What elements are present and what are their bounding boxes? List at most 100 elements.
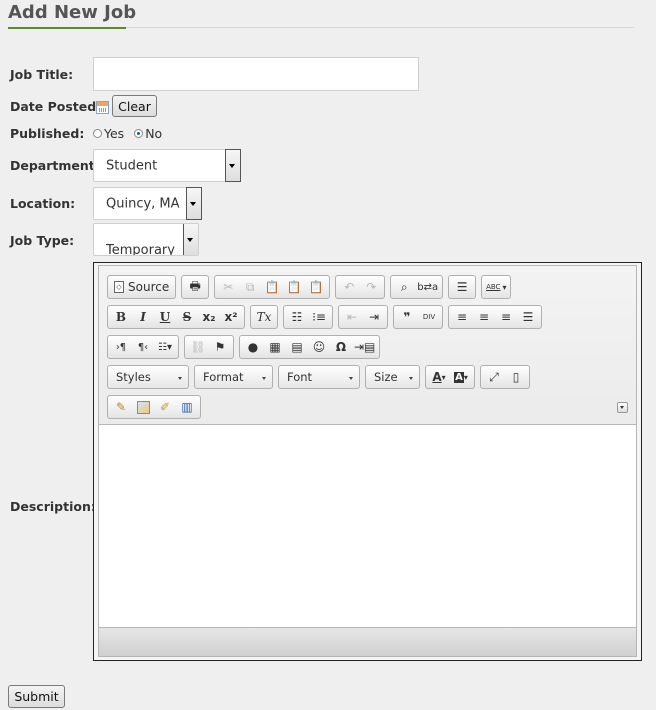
styles-combo[interactable]: Styles [107,365,189,389]
language-button[interactable]: ☷▾ [154,337,176,357]
italic-icon: I [140,310,146,324]
print-button[interactable]: 🖶 [184,277,206,297]
blockquote-button[interactable]: ❞ [396,307,418,327]
image-edit-icon: ✎ [115,400,127,414]
underline-button[interactable]: U [154,307,176,327]
collapse-icon[interactable] [617,402,628,413]
unlink-button[interactable]: ⛓ [187,337,209,357]
page-break-button[interactable]: ⇥▤ [352,337,377,357]
toolbar-group-undo: ↶ ↷ [335,275,386,299]
italic-button[interactable]: I [132,307,154,327]
paste-word-button[interactable]: 📋 [305,277,327,297]
brush-button[interactable]: ✐ [154,397,176,417]
published-no-label[interactable]: No [145,126,162,141]
published-yes-radio[interactable] [93,129,102,138]
editor-content-area[interactable] [99,424,636,630]
job-type-label: Job Type: [10,233,75,248]
show-blocks-button[interactable]: ▯ [505,367,527,387]
source-icon: ◇ [114,281,124,293]
calendar-icon[interactable] [96,101,109,114]
bg-color-icon: A [454,371,464,383]
location-value: Quincy, MA [106,196,180,211]
text-color-button[interactable]: A ▾ [428,367,450,387]
bold-button[interactable]: B [110,307,132,327]
chevron-down-icon[interactable] [183,224,198,255]
table-button[interactable]: ▦ [264,337,286,357]
job-title-input[interactable] [93,57,419,91]
submit-button[interactable]: Submit [8,685,65,708]
bg-color-button[interactable]: A ▾ [450,367,472,387]
title-rule [126,27,634,28]
smiley-button[interactable]: ☺ [308,337,330,357]
clear-date-button[interactable]: Clear [112,95,157,117]
date-posted-label: Date Posted: [10,99,102,114]
remove-format-button[interactable]: Tx [253,307,275,327]
subscript-button[interactable]: x₂ [198,307,220,327]
job-type-value: Temporary [106,243,175,256]
special-char-button[interactable]: Ω [330,337,352,357]
toolbar-group-basic: B I U S x₂ x² [107,305,245,329]
blockquote-icon: ❞ [403,310,411,324]
replace-button[interactable]: b⇄a [415,277,440,297]
find-button[interactable]: ⌕ [393,277,415,297]
superscript-button[interactable]: x² [220,307,242,327]
justify-button[interactable]: ☰ [517,307,539,327]
anchor-button[interactable]: ⚑ [209,337,231,357]
bulleted-list-button[interactable]: ⁝≡ [308,307,330,327]
flash-button[interactable]: ● [242,337,264,357]
horizontal-rule-button[interactable]: ▤ [286,337,308,357]
chevron-down-icon[interactable] [186,187,202,220]
source-button[interactable]: ◇ Source [110,277,173,297]
copy-button[interactable]: ⧉ [239,277,261,297]
align-left-button[interactable]: ≡ [451,307,473,327]
size-combo[interactable]: Size [365,365,420,389]
styles-combo-label: Styles [116,370,151,384]
bold-icon: B [115,310,127,324]
paste-text-button[interactable]: 📋 [283,277,305,297]
paste-button[interactable]: 📋 [261,277,283,297]
chevron-down-icon[interactable] [225,149,241,182]
format-combo[interactable]: Format [194,365,273,389]
strike-icon: S [182,310,192,324]
spellcheck-button[interactable]: ABC ▾ [484,277,508,297]
toolbar-group-list: ☷ ⁝≡ [283,305,333,329]
outdent-button[interactable]: ⇤ [341,307,363,327]
title-underline [8,27,126,29]
department-label: Department: [10,158,100,173]
redo-button[interactable]: ↷ [360,277,382,297]
brush-icon: ✐ [159,400,171,414]
rich-text-editor: ◇ Source 🖶 ✂ ⧉ 📋 📋 📋 ↶ ↷ ⌕ b⇄a ☰ ABC ▾ B… [93,262,642,661]
align-right-icon: ≡ [500,310,512,324]
numbered-list-button[interactable]: ☷ [286,307,308,327]
rtl-button[interactable]: ¶‹ [132,337,154,357]
undo-icon: ↶ [344,280,355,294]
image-button[interactable] [132,397,154,417]
published-no-radio[interactable] [134,129,144,138]
department-select[interactable]: Student [93,149,241,182]
book-icon: ▥ [181,400,193,414]
strike-button[interactable]: S [176,307,198,327]
div-button[interactable]: DIV [418,307,440,327]
toolbar-group-align: ≡ ≡ ≡ ☰ [448,305,542,329]
maximize-button[interactable]: ⤢ [483,367,505,387]
toolbar-group-insert: ● ▦ ▤ ☺ Ω ⇥▤ [239,335,381,359]
align-right-button[interactable]: ≡ [495,307,517,327]
cut-button[interactable]: ✂ [217,277,239,297]
editor-chrome: ◇ Source 🖶 ✂ ⧉ 📋 📋 📋 ↶ ↷ ⌕ b⇄a ☰ ABC ▾ B… [98,265,637,657]
job-type-select[interactable]: Temporary [93,223,199,256]
indent-button[interactable]: ⇥ [363,307,385,327]
undo-button[interactable]: ↶ [338,277,360,297]
toolbar-group-clipboard: ✂ ⧉ 📋 📋 📋 [214,275,331,299]
paste-word-icon: 📋 [308,280,324,294]
outdent-icon: ⇤ [346,310,358,324]
font-combo[interactable]: Font [278,365,360,389]
align-center-button[interactable]: ≡ [473,307,495,327]
book-button[interactable]: ▥ [176,397,198,417]
location-select[interactable]: Quincy, MA [93,187,202,220]
toolbar-row-4: Styles Format Font Size A ▾ A ▾ ⤢ ▯ [107,364,535,390]
select-all-button[interactable]: ☰ [451,277,473,297]
image-edit-button[interactable]: ✎ [110,397,132,417]
ltr-button[interactable]: ›¶ [110,337,132,357]
font-combo-label: Font [287,370,313,384]
published-yes-label[interactable]: Yes [104,126,124,141]
